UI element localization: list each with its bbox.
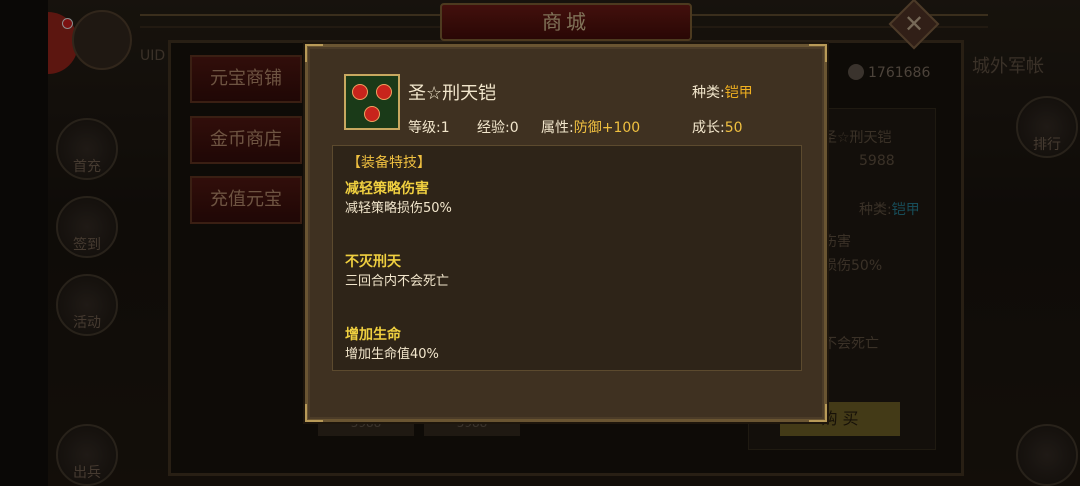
growth-label: 成长:: [692, 120, 725, 136]
growth-stat: 成长:50: [692, 117, 743, 137]
game-screen: UID 商城 ✕ 元宝商铺 金币商店 充值元宝 首充 签到 活动 出兵 排行 1…: [48, 0, 1080, 486]
item-armor-icon: [344, 74, 400, 130]
skill-description: 增加生命值40%: [345, 347, 439, 362]
level-value: 1: [440, 120, 450, 136]
exp-stat: 经验:0: [477, 117, 519, 137]
skill-title: 减轻策略伤害: [345, 181, 429, 197]
attribute-stat: 属性:防御+100: [541, 117, 640, 137]
attr-label: 属性:: [541, 120, 574, 136]
level-label: 等级:: [408, 120, 441, 136]
corner-ornament: [809, 404, 827, 422]
gem-decoration: [364, 106, 380, 122]
corner-ornament: [305, 44, 323, 62]
corner-ornament: [809, 44, 827, 62]
corner-ornament: [305, 404, 323, 422]
skill-title: 增加生命: [345, 327, 401, 343]
item-name: 圣☆刑天铠: [408, 83, 497, 104]
exp-value: 0: [509, 120, 519, 136]
attr-value: 防御+100: [573, 120, 641, 136]
level-stat: 等级:1: [408, 117, 450, 137]
kind-value: 铠甲: [724, 85, 753, 101]
growth-value: 50: [724, 120, 743, 136]
skill-description: 三回合内不会死亡: [345, 274, 450, 289]
gem-decoration: [352, 84, 368, 100]
exp-label: 经验:: [477, 120, 510, 136]
skills-header: 【装备特技】: [347, 155, 431, 171]
item-detail-popup: 圣☆刑天铠 种类:铠甲 等级:1 经验:0 属性:防御+100 成长:50 【装…: [305, 44, 827, 422]
item-kind: 种类:铠甲: [692, 82, 753, 102]
kind-label: 种类:: [692, 85, 725, 101]
gem-decoration: [376, 84, 392, 100]
equipment-skills-panel: 【装备特技】 减轻策略伤害 减轻策略损伤50% 不灭刑天 三回合内不会死亡 增加…: [332, 145, 802, 371]
skill-description: 减轻策略损伤50%: [345, 201, 452, 216]
skill-title: 不灭刑天: [345, 254, 401, 270]
